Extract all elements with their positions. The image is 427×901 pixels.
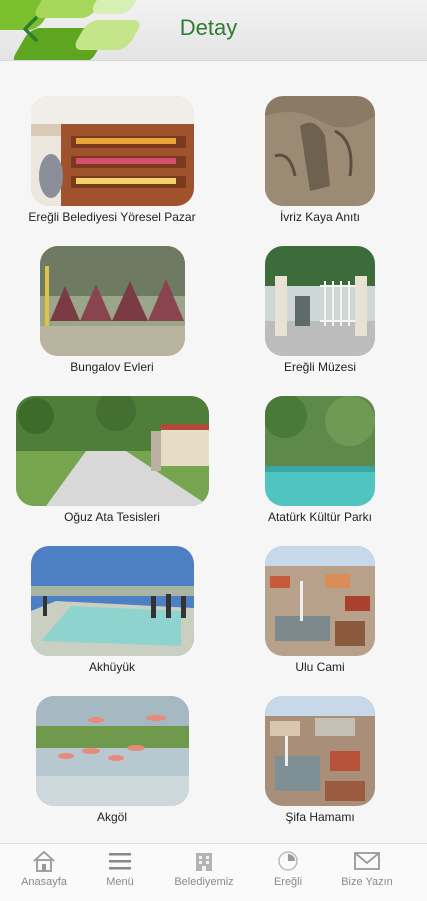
- header-bar: Detay: [0, 0, 427, 61]
- place-card[interactable]: Akgöl: [12, 696, 212, 824]
- home-icon: [33, 850, 55, 872]
- tab-municipality[interactable]: Belediyemiz: [164, 850, 244, 888]
- tab-label: Bize Yazın: [341, 876, 393, 888]
- tab-home[interactable]: Anasayfa: [4, 850, 84, 888]
- tab-label: Menü: [106, 876, 134, 888]
- tab-label: Belediyemiz: [174, 876, 234, 888]
- place-image-park-path: [15, 396, 209, 506]
- place-image-lake-flamingos: [35, 696, 189, 806]
- emblem-icon: [278, 851, 298, 871]
- place-card[interactable]: Ereğli Müzesi: [240, 246, 400, 374]
- place-card[interactable]: Şifa Hamamı: [240, 696, 400, 824]
- place-card[interactable]: Atatürk Kültür Parkı: [240, 396, 400, 524]
- tab-contact[interactable]: Bize Yazın: [327, 850, 407, 888]
- place-image-bath-aerial: [265, 696, 375, 806]
- tab-eregli[interactable]: Ereğli: [248, 850, 328, 888]
- place-image-pond: [265, 396, 375, 506]
- place-card[interactable]: Oğuz Ata Tesisleri: [6, 396, 218, 524]
- place-image-pool: [30, 546, 194, 656]
- place-card[interactable]: Bungalov Evleri: [12, 246, 212, 374]
- place-name: Atatürk Kültür Parkı: [267, 510, 373, 524]
- place-name: Akgöl: [96, 810, 128, 824]
- page-title: Detay: [179, 15, 238, 40]
- place-card[interactable]: Ereğli Belediyesi Yöresel Pazar: [12, 96, 212, 224]
- place-card[interactable]: Akhüyük: [12, 546, 212, 674]
- place-image-museum: [265, 246, 375, 356]
- mail-icon: [354, 852, 380, 870]
- building-icon: [196, 853, 212, 871]
- place-name: Şifa Hamamı: [285, 810, 355, 824]
- place-image-bungalows: [39, 246, 185, 356]
- place-name: Ulu Cami: [295, 660, 345, 674]
- tab-label: Ereğli: [273, 876, 303, 888]
- tab-menu[interactable]: Menü: [80, 850, 160, 888]
- place-card[interactable]: İvriz Kaya Anıtı: [240, 96, 400, 224]
- place-name: Ereğli Belediyesi Yöresel Pazar: [28, 210, 196, 224]
- place-card[interactable]: Ulu Cami: [240, 546, 400, 674]
- menu-icon: [109, 853, 131, 870]
- bottom-tab-bar: Anasayfa Menü Belediyemiz Ereğli Bize Ya…: [0, 843, 427, 901]
- place-name: Akhüyük: [88, 660, 136, 674]
- place-name: İvriz Kaya Anıtı: [279, 210, 361, 224]
- place-image-rock-relief: [265, 96, 375, 206]
- place-name: Oğuz Ata Tesisleri: [64, 510, 160, 524]
- place-image-mosque-aerial: [265, 546, 375, 656]
- tab-label: Anasayfa: [21, 876, 67, 888]
- place-name: Ereğli Müzesi: [283, 360, 357, 374]
- place-name: Bungalov Evleri: [70, 360, 154, 374]
- place-image-market: [30, 96, 194, 206]
